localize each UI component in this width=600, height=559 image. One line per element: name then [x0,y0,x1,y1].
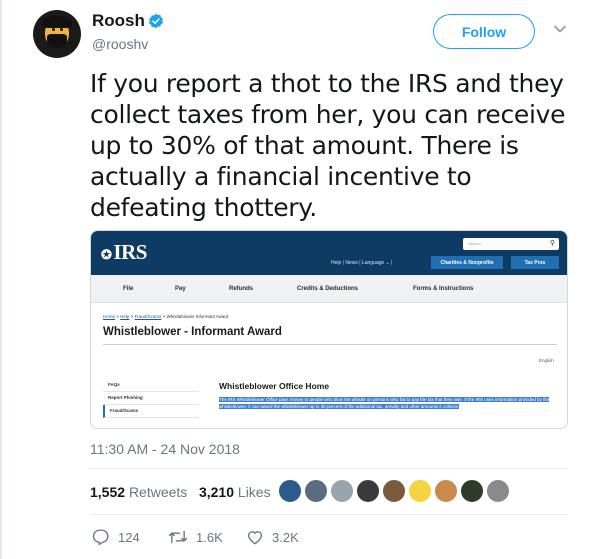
avatar-beard [47,34,67,48]
follow-button[interactable]: Follow [433,14,535,49]
retweet-count[interactable]: 1,552 Retweets [90,484,187,500]
tweet-stats: 1,552 Retweets 3,210 Likes [90,484,271,500]
reply-icon [92,529,109,546]
irs-nav-forms: Forms & Instructions [413,286,474,292]
avatar[interactable] [356,479,380,503]
irs-tax-pros-button: Tax Pros [511,256,559,269]
irs-nav-credits: Credits & Deductions [297,286,359,292]
avatar[interactable] [408,479,432,503]
chevron-down-icon[interactable] [553,22,567,36]
like-button[interactable]: 3.2K [246,528,299,546]
avatar[interactable] [278,479,302,503]
left-border [0,0,2,559]
display-name[interactable]: Roosh [92,11,145,31]
irs-charities-button: Charities & Nonprofits [431,256,503,269]
irs-sidebar-item: FAQs [103,379,199,392]
irs-search-input: Search ⚲ [463,238,559,250]
avatar[interactable] [486,479,510,503]
attached-image[interactable]: ✪IRS Search ⚲ Help | News | Language ⌄ | … [90,230,568,429]
retweet-action-count: 1.6K [196,529,223,545]
irs-sidebar-item: Fraud/Scams [103,405,199,418]
irs-utility-links: Help | News | Language ⌄ | [331,260,393,266]
irs-main-nav: File Pay Refunds Credits & Deductions Fo… [91,275,567,303]
irs-sidebar: FAQs Report Phishing Fraud/Scams [103,379,199,418]
irs-nav-pay: Pay [175,286,186,292]
retweet-button[interactable]: 1.6K [168,528,223,546]
divider [103,344,557,345]
avatar[interactable] [382,479,406,503]
irs-sidebar-item: Report Phishing [103,392,199,405]
avatar[interactable] [33,10,81,58]
divider [90,514,568,515]
user-handle[interactable]: @rooshv [92,36,148,52]
verified-badge-icon [149,13,163,29]
irs-page-title: Whistleblower - Informant Award [103,326,282,338]
avatar[interactable] [304,479,328,503]
divider [90,468,568,469]
avatar[interactable] [434,479,458,503]
irs-section-heading: Whistleblower Office Home [219,381,330,391]
avatar-eye [52,28,55,31]
tweet-text: If you report a thot to the IRS and they… [90,69,566,222]
eagle-icon: ✪ [101,247,112,262]
irs-body-text: The IRS Whistleblower Office pays money … [219,397,550,409]
avatar[interactable] [460,479,484,503]
liker-avatars [278,479,512,503]
search-icon: ⚲ [549,240,555,247]
irs-nav-refunds: Refunds [229,286,253,292]
irs-header-bar: ✪IRS Search ⚲ Help | News | Language ⌄ | … [91,231,567,275]
like-action-count: 3.2K [272,529,299,545]
like-count[interactable]: 3,210 Likes [199,484,271,500]
reply-count: 124 [118,529,140,545]
irs-breadcrumb: Home > Help > Fraud/Scams > Whistleblowe… [103,314,229,319]
reply-button[interactable]: 124 [92,528,140,546]
avatar[interactable] [330,479,354,503]
irs-language-link: English [539,358,554,363]
tweet-timestamp[interactable]: 11:30 AM - 24 Nov 2018 [90,441,240,457]
avatar-eye [60,28,63,31]
irs-nav-file: File [123,286,134,292]
irs-logo: ✪IRS [101,240,147,264]
heart-icon [247,531,263,545]
avatar-hair [42,16,72,28]
retweet-icon [168,530,188,544]
